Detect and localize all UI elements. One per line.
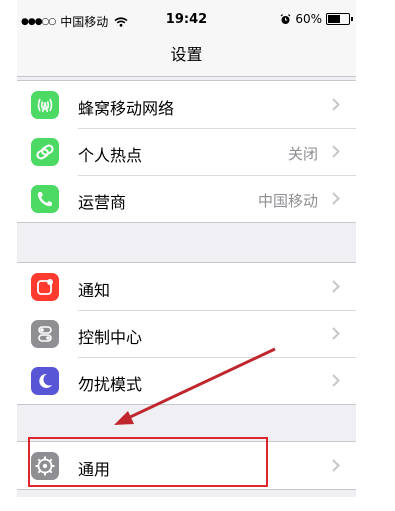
- annotation-arrow: [114, 347, 276, 425]
